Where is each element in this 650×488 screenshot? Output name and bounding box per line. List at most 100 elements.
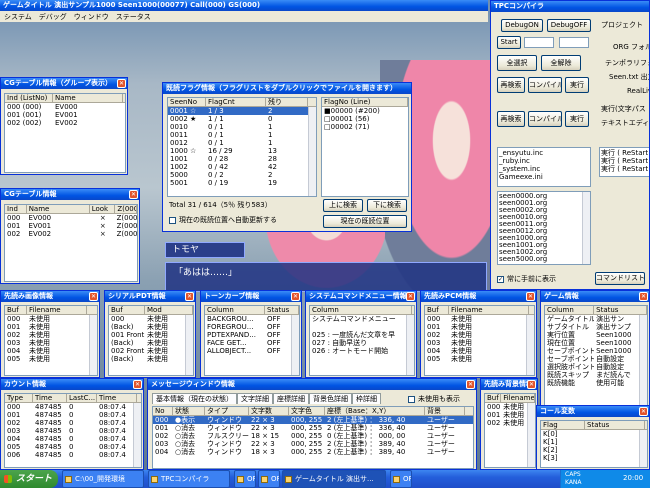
column-header[interactable]: Column — [310, 306, 412, 314]
scrollbar[interactable] — [582, 192, 590, 264]
column-header[interactable]: LastC... — [67, 394, 97, 402]
table-row[interactable]: 000 487485 0 08:07.4 — [5, 403, 141, 411]
table-row[interactable]: (Back) 未使用 — [109, 323, 193, 331]
column-header[interactable]: 残り — [266, 98, 308, 106]
table-row[interactable]: 002 ○消去 フルスクリーン18 × 15 000, 255 0 (左上基準) ： 0… — [153, 432, 473, 440]
auto-update-checkbox[interactable] — [169, 217, 176, 224]
column-header[interactable]: FlagCnt — [206, 98, 266, 106]
tab-frame[interactable]: 枠詳細 — [352, 393, 381, 404]
table-row[interactable]: 004 ○消去 ウィンドウ 18 × 3 000, 255 2 (左上基準) ： 389,… — [153, 448, 473, 456]
column-header[interactable]: Name — [27, 205, 90, 213]
table-row[interactable]: 002 未使用 — [5, 331, 97, 339]
taskbar-item[interactable]: ゲームタイトル 演出サ... — [282, 470, 386, 488]
table-row[interactable]: 003 未使用 — [425, 339, 534, 347]
table-row[interactable]: FOREGROU... OFF — [205, 323, 299, 331]
column-header[interactable]: Filename — [501, 394, 535, 402]
table-row[interactable]: 002 (002) EV002 — [5, 119, 125, 127]
taskbar-item[interactable]: OFF — [234, 470, 256, 488]
table-row[interactable]: (Back) 未使用 — [109, 355, 193, 363]
tab-basic[interactable]: 基本情報（現在の状態） — [152, 393, 237, 404]
table-row[interactable]: 001 未使用 — [425, 323, 534, 331]
table-row[interactable]: K[2] — [541, 446, 647, 454]
table-row[interactable]: 000 ●表示 ウィンドウ 22 × 3 000, 255 2 (左上基準) ： 336,… — [153, 416, 473, 424]
list-item[interactable]: □00002 (71) — [322, 123, 408, 131]
table-row[interactable]: 既読スキップ まだ読んで — [545, 371, 647, 379]
table-row[interactable]: 026 : オートモード開始 — [310, 347, 414, 355]
table-row[interactable]: 1000 ☆ 16 / 29 13 — [168, 147, 316, 155]
column-header[interactable]: No — [153, 407, 173, 415]
column-header[interactable]: Status — [585, 421, 645, 429]
scrollbar[interactable] — [89, 315, 97, 375]
table-row[interactable]: 001 未使用 — [5, 323, 97, 331]
table-row[interactable]: 1002 0 / 42 42 — [168, 163, 316, 171]
column-header[interactable]: Filename — [449, 306, 529, 314]
table-row[interactable]: FACE GET... OFF — [205, 339, 299, 347]
scrollbar[interactable] — [291, 315, 299, 375]
show-unused-checkbox[interactable] — [408, 396, 415, 403]
table-row[interactable]: 1001 0 / 28 28 — [168, 155, 316, 163]
table-row[interactable]: 001 Front 未使用 — [109, 331, 193, 339]
table-row[interactable] — [310, 323, 414, 331]
table-row[interactable]: 025 : 一度読んだ文章を早 — [310, 331, 414, 339]
table-row[interactable]: 0001 ☆ 1 / 3 2 — [168, 107, 316, 115]
column-header[interactable]: Time — [33, 394, 67, 402]
start-button[interactable]: スタート — [0, 470, 58, 488]
research-button-2[interactable]: 再検索 — [497, 111, 525, 127]
column-header[interactable]: Buf — [109, 306, 145, 314]
table-row[interactable]: 000 未使用 — [425, 315, 534, 323]
column-header[interactable]: Buf — [5, 306, 27, 314]
table-row[interactable]: K[0] — [541, 430, 647, 438]
list-item[interactable]: ■00000 (#200) — [322, 107, 408, 115]
list-item[interactable]: _system.inc — [499, 165, 589, 173]
table-row[interactable]: 003 487485 0 08:07.4 — [5, 427, 141, 435]
table-row[interactable]: 002 EV002 × Z(000 — [5, 230, 137, 238]
list-item[interactable]: 実行 ( ReStart — [601, 149, 649, 157]
table-row[interactable]: K[3] — [541, 454, 647, 462]
table-row[interactable]: (Back) 未使用 — [109, 339, 193, 347]
column-header[interactable]: Column — [545, 306, 595, 314]
current-position-button[interactable]: 現在の既読位置 — [323, 215, 407, 228]
table-row[interactable]: 0002 ★ 1 / 1 0 — [168, 115, 316, 123]
column-header[interactable]: FlagNo (Line) — [322, 98, 408, 106]
close-icon[interactable]: ✕ — [527, 380, 536, 389]
table-row[interactable]: 001 ○消去 ウィンドウ 22 × 3 000, 255 2 (左上基準) ： 336,… — [153, 424, 473, 432]
table-row[interactable]: 5001 0 / 19 19 — [168, 179, 316, 187]
table-row[interactable]: 002 487485 0 08:07.4 — [5, 419, 141, 427]
table-row[interactable]: PDTEXPAND... OFF — [205, 331, 299, 339]
column-header[interactable]: Column — [205, 306, 265, 314]
list-item[interactable]: _ensyutu.inc — [499, 149, 589, 157]
table-row[interactable]: 5000 0 / 2 2 — [168, 171, 316, 179]
table-row[interactable]: ALLOBJECT... OFF — [205, 347, 299, 355]
scrollbar[interactable] — [133, 403, 141, 467]
table-row[interactable]: 0012 0 / 1 1 — [168, 139, 316, 147]
close-icon[interactable]: ✕ — [133, 380, 142, 389]
close-icon[interactable]: ✕ — [639, 407, 648, 416]
close-icon[interactable]: ✕ — [117, 79, 126, 88]
column-header[interactable]: Buf — [485, 394, 502, 402]
column-header[interactable]: Ind (ListNo) — [5, 94, 53, 102]
research-button[interactable]: 再検索 — [497, 77, 525, 93]
close-icon[interactable]: ✕ — [129, 190, 138, 199]
menu-debug[interactable]: デバッグ — [39, 13, 67, 21]
column-header[interactable]: 座標（Base：X,Y） — [325, 407, 425, 415]
taskbar-item[interactable]: C:\00_開発環境 — [62, 470, 144, 488]
menu-window[interactable]: ウィンドウ — [74, 13, 109, 21]
column-header[interactable]: Ind — [5, 205, 27, 213]
table-row[interactable]: 005 未使用 — [5, 355, 97, 363]
column-header[interactable]: 文字色 — [289, 407, 325, 415]
debug-on-button[interactable]: DebugON — [501, 19, 543, 32]
table-row[interactable]: 004 487485 0 08:07.4 — [5, 435, 141, 443]
scrollbar[interactable] — [639, 430, 647, 467]
table-row[interactable]: システムコマンドメニュー — [310, 315, 414, 323]
scrollbar[interactable] — [639, 315, 647, 407]
menu-status[interactable]: ステータス — [116, 13, 151, 21]
scrollbar[interactable] — [527, 403, 535, 467]
close-icon[interactable]: ✕ — [89, 292, 98, 301]
taskbar-item[interactable]: OFF — [390, 470, 412, 488]
table-row[interactable]: 000 未使用 — [5, 315, 97, 323]
tab-char[interactable]: 文字詳細 — [237, 393, 273, 404]
table-row[interactable]: 002 Front 未使用 — [109, 347, 193, 355]
list-item[interactable]: 実行 ( ReStart — [601, 157, 649, 165]
search-down-button[interactable]: 下に検索 — [367, 199, 407, 212]
table-row[interactable]: ゲームタイトル 演出サン — [545, 315, 647, 323]
